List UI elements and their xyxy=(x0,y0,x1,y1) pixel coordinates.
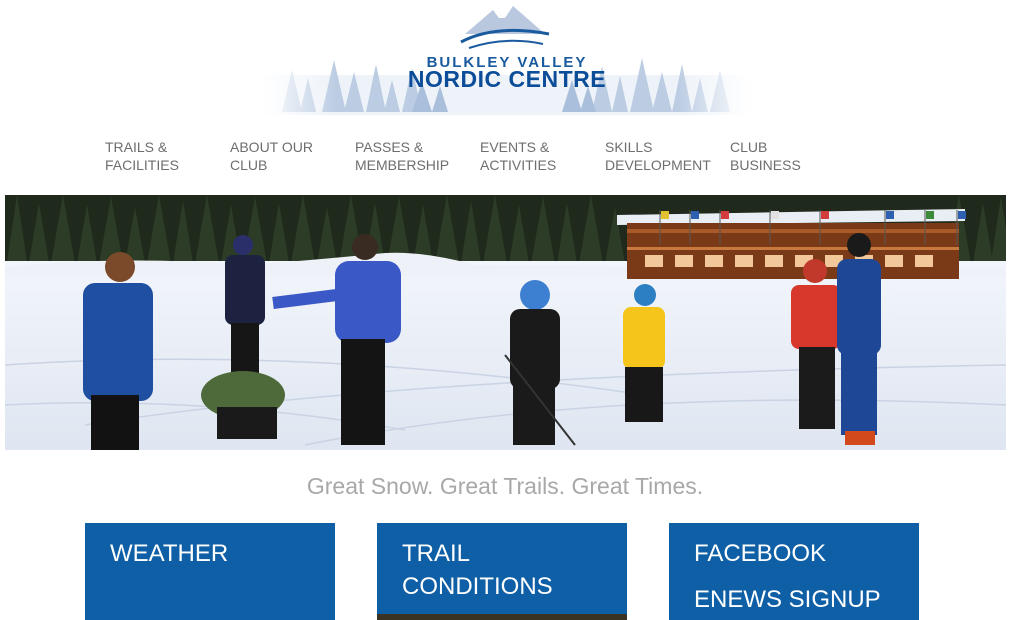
tile-label-line2: CONDITIONS xyxy=(402,573,553,600)
tile-image-strip xyxy=(377,614,627,620)
ski-lodge-photo xyxy=(5,195,1006,450)
nav-label-line1: PASSES & xyxy=(355,139,424,155)
tile-label: WEATHER xyxy=(110,540,229,567)
nav-label-line2: CLUB xyxy=(230,157,268,173)
nav-label-line1: CLUB xyxy=(730,139,768,155)
facebook-enews-tile: FACEBOOK ENEWS SIGNUP xyxy=(669,523,919,620)
nav-passes-membership[interactable]: PASSES & MEMBERSHIP xyxy=(355,138,475,174)
nav-label-line1: TRAILS & xyxy=(105,139,168,155)
lodge-building xyxy=(617,209,966,279)
facebook-link[interactable]: FACEBOOK xyxy=(694,537,826,570)
enews-signup-link[interactable]: ENEWS SIGNUP xyxy=(694,583,881,616)
nav-club-business[interactable]: CLUB BUSINESS xyxy=(730,138,850,174)
nav-label-line2: BUSINESS xyxy=(730,157,801,173)
nav-label-line2: MEMBERSHIP xyxy=(355,157,450,173)
nav-label-line2: FACILITIES xyxy=(105,157,179,173)
nav-label-line2: ACTIVITIES xyxy=(480,157,557,173)
mountain-logo-icon xyxy=(460,6,550,49)
nav-skills-development[interactable]: SKILLS DEVELOPMENT xyxy=(605,138,725,174)
hero-photo xyxy=(5,195,1006,450)
logo-title-line2: NORDIC CENTRE xyxy=(407,66,607,92)
weather-tile[interactable]: WEATHER xyxy=(85,523,335,620)
nav-trails-facilities[interactable]: TRAILS & FACILITIES xyxy=(105,138,225,174)
nav-label-line2: DEVELOPMENT xyxy=(605,157,711,173)
site-tagline: Great Snow. Great Trails. Great Times. xyxy=(306,473,704,499)
nav-label-line1: SKILLS xyxy=(605,139,653,155)
nav-label-line1: EVENTS & xyxy=(480,139,550,155)
nav-label-line1: ABOUT OUR xyxy=(230,139,313,155)
nav-events-activities[interactable]: EVENTS & ACTIVITIES xyxy=(480,138,600,174)
trail-conditions-tile[interactable]: TRAIL CONDITIONS xyxy=(377,523,627,620)
tile-label-line1: TRAIL xyxy=(402,540,471,567)
nav-about-our-club[interactable]: ABOUT OUR CLUB xyxy=(230,138,350,174)
